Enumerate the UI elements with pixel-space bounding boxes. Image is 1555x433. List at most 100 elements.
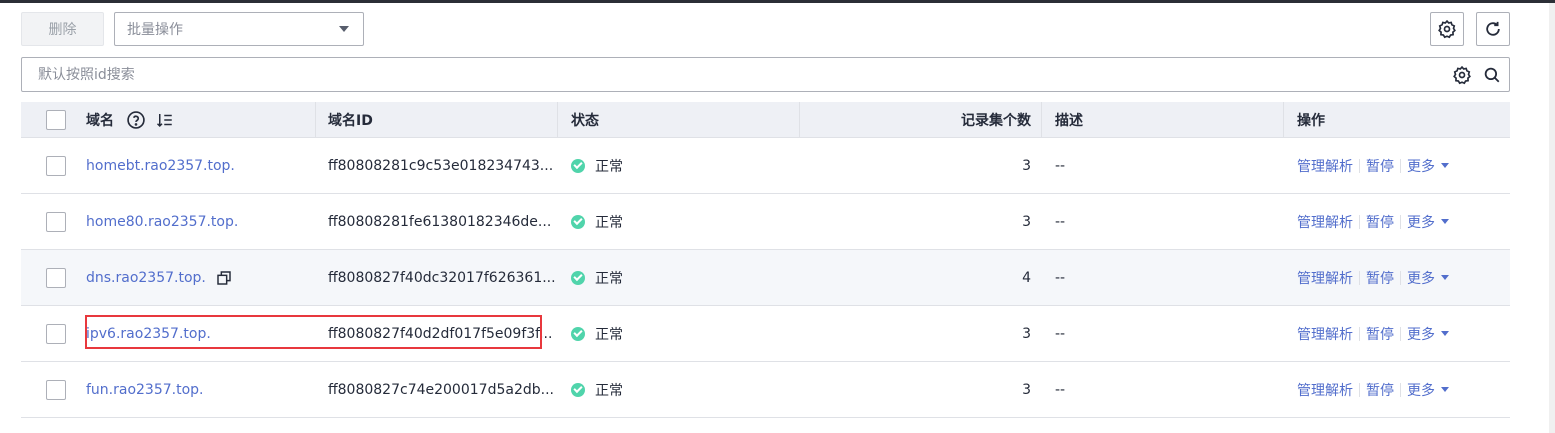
search-bar[interactable] bbox=[21, 57, 1510, 92]
action-divider bbox=[1359, 326, 1360, 341]
search-icon[interactable] bbox=[1477, 60, 1507, 90]
status-text: 正常 bbox=[595, 382, 623, 399]
check-circle-icon bbox=[571, 382, 585, 397]
pause-link[interactable]: 暂停 bbox=[1366, 324, 1394, 344]
check-circle-icon bbox=[571, 270, 585, 285]
row-actions: 管理解析 暂停 更多 bbox=[1297, 306, 1449, 361]
chevron-down-icon[interactable] bbox=[1441, 331, 1449, 336]
more-link[interactable]: 更多 bbox=[1407, 380, 1435, 400]
domain-id: ff8080827f40dc32017f626361... bbox=[328, 269, 556, 286]
record-count: 4 bbox=[1022, 269, 1031, 286]
action-divider bbox=[1400, 326, 1401, 341]
chevron-down-icon[interactable] bbox=[1441, 219, 1449, 224]
domain-link[interactable]: fun.rao2357.top. bbox=[86, 362, 204, 417]
domain-id: ff8080827f40d2df017f5e09f3f... bbox=[328, 325, 553, 342]
table-row: home80.rao2357.top. ff80808281fe61380182… bbox=[21, 194, 1510, 250]
domain-id: ff8080827c74e200017d5a2db... bbox=[328, 381, 554, 398]
status-cell: 正常 bbox=[571, 306, 623, 361]
more-link[interactable]: 更多 bbox=[1407, 324, 1435, 344]
action-divider bbox=[1359, 214, 1360, 229]
column-divider[interactable] bbox=[1283, 102, 1284, 138]
description: -- bbox=[1055, 381, 1066, 398]
action-divider bbox=[1400, 382, 1401, 397]
batch-operation-select[interactable]: 批量操作 bbox=[114, 12, 364, 46]
record-count: 3 bbox=[1022, 325, 1031, 342]
description: -- bbox=[1055, 269, 1066, 286]
refresh-button[interactable] bbox=[1476, 12, 1510, 46]
select-all-checkbox[interactable] bbox=[46, 110, 66, 130]
chevron-down-icon[interactable] bbox=[1441, 275, 1449, 280]
chevron-down-icon[interactable] bbox=[1441, 387, 1449, 392]
more-link[interactable]: 更多 bbox=[1407, 268, 1435, 288]
status-cell: 正常 bbox=[571, 250, 623, 305]
action-divider bbox=[1359, 158, 1360, 173]
manage-records-link[interactable]: 管理解析 bbox=[1297, 380, 1353, 400]
more-link[interactable]: 更多 bbox=[1407, 212, 1435, 232]
action-divider bbox=[1359, 382, 1360, 397]
row-actions: 管理解析 暂停 更多 bbox=[1297, 250, 1449, 305]
domain-link[interactable]: ipv6.rao2357.top. bbox=[86, 306, 211, 361]
record-count: 3 bbox=[1022, 213, 1031, 230]
action-divider bbox=[1400, 158, 1401, 173]
search-input[interactable] bbox=[36, 65, 1447, 84]
settings-button[interactable] bbox=[1430, 12, 1464, 46]
status-text: 正常 bbox=[595, 214, 623, 231]
domain-cell: dns.rao2357.top. bbox=[86, 250, 232, 305]
row-actions: 管理解析 暂停 更多 bbox=[1297, 194, 1449, 249]
help-icon[interactable] bbox=[126, 110, 146, 130]
header-description: 描述 bbox=[1055, 113, 1083, 129]
status-cell: 正常 bbox=[571, 362, 623, 417]
domain-link[interactable]: homebt.rao2357.top. bbox=[86, 138, 235, 193]
check-circle-icon bbox=[571, 326, 585, 341]
manage-records-link[interactable]: 管理解析 bbox=[1297, 212, 1353, 232]
header-actions: 操作 bbox=[1297, 113, 1325, 129]
column-divider[interactable] bbox=[1041, 102, 1042, 138]
table-header: 域名 域名ID 状态 记录集个数 描述 操作 bbox=[21, 102, 1510, 138]
row-actions: 管理解析 暂停 更多 bbox=[1297, 138, 1449, 193]
manage-records-link[interactable]: 管理解析 bbox=[1297, 268, 1353, 288]
action-divider bbox=[1400, 214, 1401, 229]
table-row: dns.rao2357.top. ff8080827f40dc32017f626… bbox=[21, 250, 1510, 306]
status-text: 正常 bbox=[595, 158, 623, 175]
manage-records-link[interactable]: 管理解析 bbox=[1297, 324, 1353, 344]
row-checkbox[interactable] bbox=[46, 212, 66, 232]
chevron-down-icon[interactable] bbox=[1441, 163, 1449, 168]
pause-link[interactable]: 暂停 bbox=[1366, 212, 1394, 232]
domain-table: 域名 域名ID 状态 记录集个数 描述 操作 homebt.rao2357.to… bbox=[21, 102, 1510, 418]
check-circle-icon bbox=[571, 214, 585, 229]
status-cell: 正常 bbox=[571, 194, 623, 249]
delete-button[interactable]: 删除 bbox=[21, 12, 104, 46]
table-row: homebt.rao2357.top. ff80808281c9c53e0182… bbox=[21, 138, 1510, 194]
column-divider[interactable] bbox=[557, 102, 558, 138]
column-divider[interactable] bbox=[315, 102, 316, 138]
domain-link[interactable]: dns.rao2357.top. bbox=[86, 270, 206, 286]
row-checkbox[interactable] bbox=[46, 156, 66, 176]
status-text: 正常 bbox=[595, 326, 623, 343]
row-checkbox[interactable] bbox=[46, 324, 66, 344]
row-checkbox[interactable] bbox=[46, 268, 66, 288]
column-divider[interactable] bbox=[799, 102, 800, 138]
header-domain-label: 域名 bbox=[86, 113, 114, 129]
row-checkbox[interactable] bbox=[46, 380, 66, 400]
description: -- bbox=[1055, 325, 1066, 342]
header-record-count: 记录集个数 bbox=[961, 113, 1031, 129]
sort-icon[interactable] bbox=[156, 111, 174, 129]
window-top-border bbox=[0, 0, 1555, 3]
manage-records-link[interactable]: 管理解析 bbox=[1297, 156, 1353, 176]
pause-link[interactable]: 暂停 bbox=[1366, 268, 1394, 288]
check-circle-icon bbox=[571, 158, 585, 173]
record-count: 3 bbox=[1022, 381, 1031, 398]
scrollbar[interactable] bbox=[1549, 3, 1555, 433]
batch-operation-placeholder: 批量操作 bbox=[127, 22, 183, 38]
more-link[interactable]: 更多 bbox=[1407, 156, 1435, 176]
pause-link[interactable]: 暂停 bbox=[1366, 156, 1394, 176]
copy-icon[interactable] bbox=[216, 270, 232, 286]
domain-id: ff80808281c9c53e018234743... bbox=[328, 157, 554, 174]
header-domain-id: 域名ID bbox=[328, 113, 373, 129]
header-domain: 域名 bbox=[86, 102, 174, 138]
search-settings-icon[interactable] bbox=[1447, 60, 1477, 90]
domain-link[interactable]: home80.rao2357.top. bbox=[86, 194, 238, 249]
pause-link[interactable]: 暂停 bbox=[1366, 380, 1394, 400]
description: -- bbox=[1055, 213, 1066, 230]
chevron-down-icon bbox=[339, 26, 349, 32]
